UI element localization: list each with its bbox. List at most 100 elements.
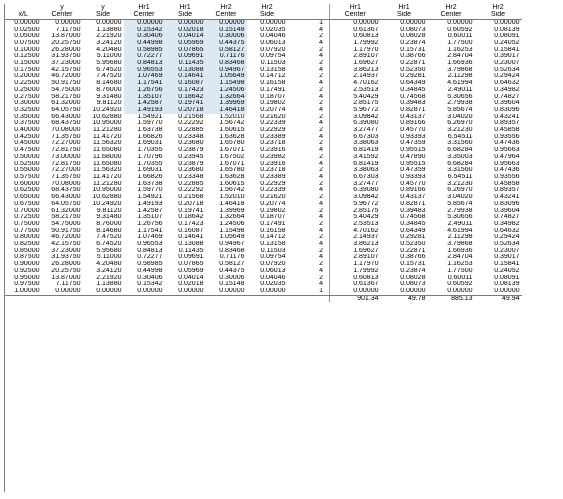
table-cell[interactable]: 0.60592 <box>428 27 475 34</box>
table-cell[interactable]: 0.47436 <box>475 140 522 147</box>
table-cell[interactable]: 0.45770 <box>381 127 428 134</box>
table-cell[interactable]: 68.43750 <box>42 187 83 194</box>
table-cell[interactable]: 0.34845 <box>381 87 428 94</box>
table-cell[interactable]: 0.45000 <box>4 140 42 148</box>
table-cell[interactable]: 1.70355 <box>124 161 165 168</box>
table-cell[interactable]: 1.16253 <box>428 261 475 268</box>
table-cell[interactable]: 0.08091 <box>475 275 522 282</box>
table-cell[interactable]: 0.23879 <box>165 161 206 168</box>
table-cell[interactable]: 4.61994 <box>428 80 475 87</box>
table-cell[interactable]: 0.83468 <box>205 60 247 67</box>
table-cell[interactable]: 3.04020 <box>428 194 475 201</box>
weight-cell[interactable]: 2 <box>288 140 330 147</box>
weight-cell[interactable]: 2 <box>288 181 330 188</box>
table-cell[interactable]: 1.39969 <box>206 208 247 215</box>
table-cell[interactable]: 0.13088 <box>164 66 206 74</box>
table-cell[interactable]: 0.00000 <box>329 287 381 296</box>
table-cell[interactable]: 0.24052 <box>475 268 522 275</box>
table-cell[interactable]: 0.95000 <box>4 274 42 282</box>
table-cell[interactable]: 71.35750 <box>42 174 83 181</box>
table-cell[interactable]: 0.70000 <box>4 207 42 215</box>
table-cell[interactable]: 0.30406 <box>123 33 165 40</box>
table-cell[interactable]: 5.95680 <box>83 60 124 67</box>
table-cell[interactable]: 0.47359 <box>381 140 428 147</box>
table-cell[interactable]: 0.72500 <box>4 214 42 221</box>
table-cell[interactable]: 0.11503 <box>247 60 288 67</box>
table-cell[interactable]: 0.34845 <box>381 221 428 228</box>
table-cell[interactable]: 0.07865 <box>165 261 206 268</box>
table-cell[interactable]: 0.23879 <box>165 147 206 154</box>
table-cell[interactable]: 0.02018 <box>165 281 206 288</box>
table-cell[interactable]: 0.10000 <box>4 46 42 54</box>
table-cell[interactable]: 0.30006 <box>205 33 247 40</box>
table-cell[interactable]: 0.07920 <box>247 261 288 268</box>
table-cell[interactable]: 6.39080 <box>329 120 381 128</box>
table-cell[interactable]: 0.60011 <box>428 33 475 40</box>
table-cell[interactable]: 0.00000 <box>329 19 381 27</box>
table-cell[interactable]: 61.32000 <box>42 208 83 215</box>
table-cell[interactable]: 0.00000 <box>427 287 475 296</box>
table-cell[interactable]: 0.24052 <box>475 40 522 47</box>
table-cell[interactable]: 1.26756 <box>124 221 165 228</box>
table-cell[interactable]: 4.20480 <box>83 261 124 268</box>
table-cell[interactable]: 0.64632 <box>475 228 522 235</box>
table-cell[interactable]: 1.17541 <box>124 228 165 235</box>
table-cell[interactable]: 0.16087 <box>164 80 206 87</box>
table-cell[interactable]: 4.70162 <box>329 227 381 235</box>
table-cell[interactable]: 0.22871 <box>381 248 428 255</box>
weight-cell[interactable]: 4 <box>288 187 330 194</box>
table-cell[interactable]: 0.14712 <box>247 234 288 241</box>
table-cell[interactable]: 0.57500 <box>4 173 42 181</box>
column-header[interactable]: Hr1 <box>381 4 428 11</box>
weight-cell[interactable]: 2 <box>288 167 330 174</box>
weight-cell[interactable]: 2 <box>288 87 330 94</box>
table-cell[interactable]: 0.00000 <box>83 19 124 26</box>
table-cell[interactable]: 0.40000 <box>4 127 42 134</box>
empty-cell[interactable] <box>206 295 247 302</box>
table-cell[interactable]: 2.11298 <box>428 73 475 80</box>
table-cell[interactable]: 6.39080 <box>329 187 381 195</box>
table-cell[interactable]: 0.08139 <box>475 27 522 34</box>
table-cell[interactable]: 0.58127 <box>206 261 247 268</box>
table-cell[interactable]: 1.60615 <box>206 181 247 188</box>
table-cell[interactable]: 0.65000 <box>4 194 42 201</box>
table-cell[interactable]: 0.75000 <box>4 220 42 228</box>
table-cell[interactable]: 0.47436 <box>475 167 522 174</box>
table-cell[interactable]: 6.68284 <box>428 147 475 154</box>
table-cell[interactable]: 0.18707 <box>247 94 288 101</box>
column-header[interactable]: Hr2 <box>428 4 475 11</box>
table-cell[interactable]: 1.32664 <box>205 93 247 101</box>
weight-cell[interactable]: 4 <box>288 281 330 288</box>
table-cell[interactable]: 0.77500 <box>4 227 42 235</box>
table-cell[interactable]: 31.93750 <box>42 53 83 60</box>
table-cell[interactable]: 0.21620 <box>247 114 288 121</box>
column-header[interactable]: Center <box>329 11 381 20</box>
table-cell[interactable]: 5.85674 <box>428 201 475 208</box>
table-cell[interactable]: 0.00000 <box>123 287 165 296</box>
table-cell[interactable]: 0.23389 <box>247 134 288 141</box>
table-cell[interactable]: 0.23007 <box>475 248 522 255</box>
table-cell[interactable]: 1.56742 <box>206 187 247 194</box>
table-cell[interactable]: 0.64349 <box>381 80 428 87</box>
table-cell[interactable]: 0.22339 <box>247 120 288 127</box>
table-cell[interactable]: 0.15342 <box>123 26 165 34</box>
weight-cell[interactable]: 2 <box>288 47 330 54</box>
table-cell[interactable]: 5.30656 <box>428 94 475 101</box>
column-header[interactable]: x/L <box>4 11 42 20</box>
table-cell[interactable]: 2.49011 <box>428 221 475 228</box>
table-cell[interactable]: 1.17970 <box>329 46 381 54</box>
table-cell[interactable]: 1.32664 <box>206 214 247 221</box>
table-cell[interactable]: 2.14937 <box>329 234 381 242</box>
table-cell[interactable]: 0.00000 <box>247 19 288 26</box>
table-cell[interactable]: 6.81419 <box>329 147 381 154</box>
weight-cell[interactable]: 2 <box>288 248 330 255</box>
table-cell[interactable]: 0.22292 <box>165 187 206 194</box>
table-cell[interactable]: 11.56320 <box>83 140 124 147</box>
table-cell[interactable]: 6.74520 <box>83 67 124 74</box>
table-cell[interactable]: 0.14641 <box>165 234 206 241</box>
total-cell[interactable]: 49.78 <box>380 294 428 303</box>
column-header[interactable]: y <box>42 4 83 11</box>
table-cell[interactable]: 0.20718 <box>164 106 206 114</box>
table-cell[interactable]: 73.00000 <box>42 154 83 161</box>
table-cell[interactable]: 8.14680 <box>83 228 124 235</box>
